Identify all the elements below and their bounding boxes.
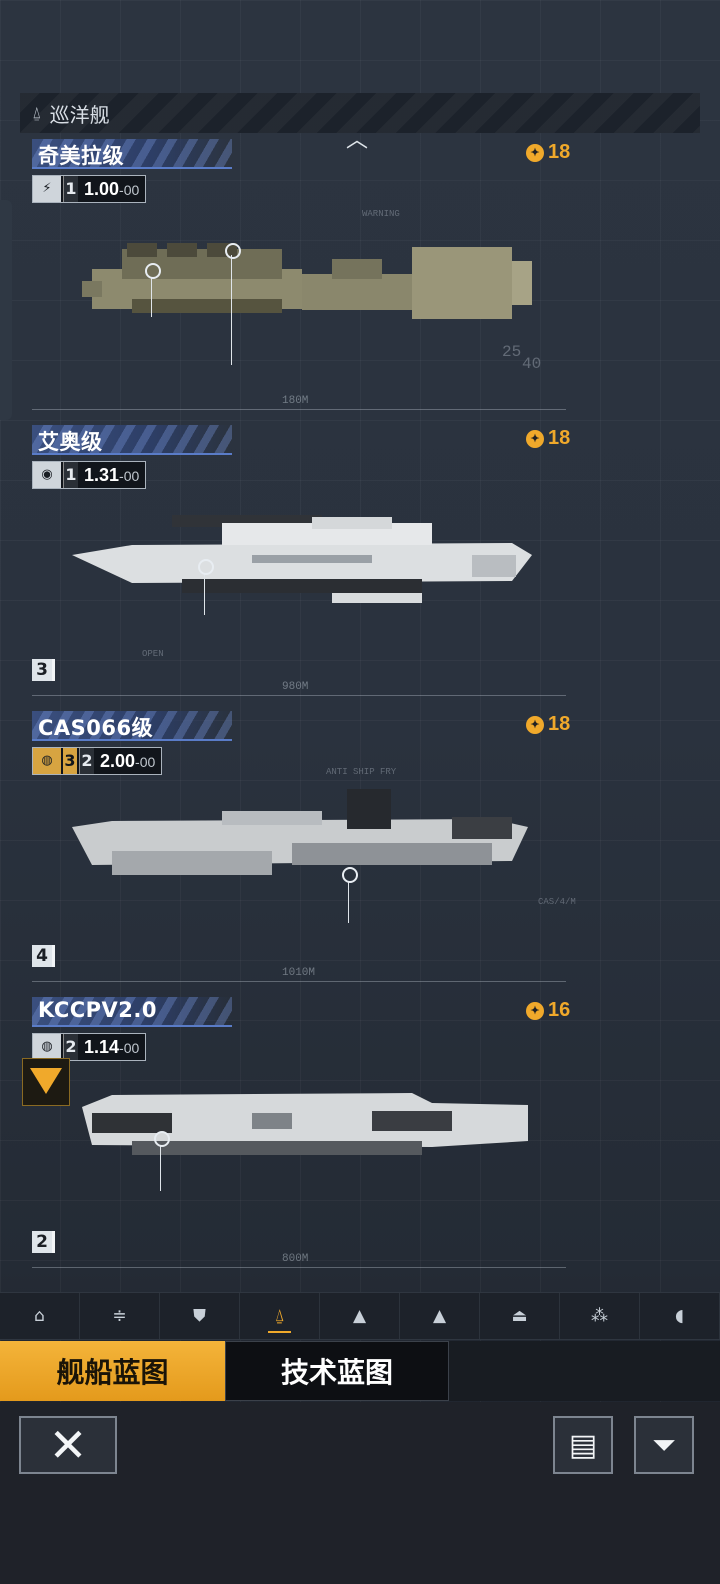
command-point-icon: ✦ [526, 715, 544, 734]
hotspot-dot[interactable] [154, 1131, 170, 1147]
type-icon: ⚡ [33, 176, 61, 202]
ship-name-bar: 奇美拉级 [32, 139, 232, 169]
count-badge: 2 [32, 1231, 55, 1253]
ship-image [72, 515, 532, 603]
ship-name: CAS066级 [38, 716, 154, 740]
ship-image [72, 789, 528, 875]
ship-tier: 1 [63, 462, 78, 488]
ship-cost: ✦ 18 [526, 141, 570, 164]
ship-card[interactable]: 奇美拉级 ✦ 18 ⚡ 1 1.00-00 WARNING 25 40 180M [32, 139, 572, 417]
ship-tier: 2 [63, 1034, 78, 1060]
ship-card[interactable]: 艾奥级 ✦ 18 ◉ 1 1.31-00 OPEN 3 980M [32, 425, 572, 703]
ship-stat-row: ⚡ 1 1.00-00 [32, 175, 147, 203]
document-icon: ▤ [568, 1427, 598, 1463]
count-badge: 3 [32, 659, 55, 681]
ship-cost: ✦ 18 [526, 427, 570, 450]
blueprint-tabs: 舰船蓝图 技术蓝图 [0, 1341, 720, 1401]
scale-label: 1010M [282, 967, 316, 979]
ship-name: 奇美拉级 [38, 144, 124, 168]
filter-icon: ⏷ [652, 1427, 676, 1463]
ship-cost: ✦ 18 [526, 713, 570, 736]
cruiser-class-icon: ⍙ [32, 103, 42, 122]
globe-icon: ◍ [33, 1034, 61, 1060]
auxiliary-icon[interactable]: ⁂ [560, 1293, 640, 1339]
document-button[interactable]: ▤ [553, 1416, 613, 1474]
command-point-icon: ✦ [526, 1001, 544, 1020]
ship-card[interactable]: CAS066级 ✦ 18 ◍ 3 2 2.00-00 ANTI SHIP FRY… [32, 711, 576, 989]
triangle-down-icon [30, 1068, 62, 1094]
scale-label: 980M [282, 681, 309, 693]
filter-button[interactable]: ⏷ [634, 1416, 694, 1474]
scale-label: 800M [282, 1253, 309, 1265]
cost-value: 18 [548, 427, 571, 449]
ship-value: 1.00-00 [84, 178, 140, 199]
ship-class-filter-bar: ⌂ ≑ ⛊ ⍙ ▲ ▲ ⏏ ⁂ ◖ [0, 1292, 720, 1340]
hotspot-dot[interactable] [342, 867, 358, 883]
tab-tech-blueprint[interactable]: 技术蓝图 [225, 1341, 449, 1401]
dome-icon[interactable]: ◖ [640, 1293, 720, 1339]
cost-value: 18 [548, 713, 571, 735]
destroyer-icon[interactable]: ≑ [80, 1293, 160, 1339]
close-icon: ✕ [48, 1418, 88, 1472]
ship-value: 1.31-00 [84, 464, 140, 485]
hotspot-dot[interactable] [225, 243, 241, 259]
ship-name-bar: CAS066级 [32, 711, 232, 741]
category-header: ⍙ 巡洋舰 [20, 93, 700, 133]
ship-stat-row: ◍ 2 1.14-00 [32, 1033, 147, 1061]
ship-image [82, 243, 532, 319]
frigate-icon[interactable]: ⌂ [0, 1293, 80, 1339]
ship-card[interactable]: KCCPV2.0 ✦ 16 ◍ 2 1.14-00 2 800M [32, 997, 572, 1275]
cost-value: 18 [548, 141, 571, 163]
category-label: 巡洋舰 [49, 102, 110, 127]
ship-stat-row: ◉ 1 1.31-00 [32, 461, 147, 489]
count-badge: 4 [32, 945, 55, 967]
command-point-icon: ✦ [526, 143, 544, 162]
carrier-icon[interactable]: ⏏ [480, 1293, 560, 1339]
command-point-icon: ✦ [526, 429, 544, 448]
battlecruiser-icon[interactable]: ▲ [320, 1293, 400, 1339]
type-icon: ◉ [33, 462, 61, 488]
battleship-icon[interactable]: ▲ [400, 1293, 480, 1339]
side-drawer-handle[interactable] [0, 200, 12, 420]
ship-stat-row: ◍ 3 2 2.00-00 [32, 747, 163, 775]
cruiser-icon[interactable]: ⍙ [240, 1293, 320, 1339]
tab-ship-blueprint[interactable]: 舰船蓝图 [0, 1341, 225, 1401]
ship-value: 2.00-00 [100, 750, 156, 771]
ship-value: 1.14-00 [84, 1036, 140, 1057]
ship-tier: 1 [63, 176, 78, 202]
ship-name-bar: 艾奥级 [32, 425, 232, 455]
ship-name-bar: KCCPV2.0 [32, 997, 232, 1027]
ship-subtier: 2 [79, 748, 94, 774]
cost-value: 16 [548, 999, 571, 1021]
collapse-toggle-button[interactable] [22, 1058, 70, 1106]
ship-name: 艾奥级 [38, 430, 103, 454]
ship-tier: 3 [63, 748, 77, 774]
ship-image [82, 1093, 528, 1155]
hotspot-dot[interactable] [145, 263, 161, 279]
scale-label: 180M [282, 395, 309, 407]
hotspot-dot[interactable] [198, 559, 214, 575]
escort-icon[interactable]: ⛊ [160, 1293, 240, 1339]
close-button[interactable]: ✕ [19, 1416, 117, 1474]
globe-icon: ◍ [33, 748, 61, 774]
ship-name: KCCPV2.0 [38, 998, 157, 1022]
ship-cost: ✦ 16 [526, 999, 570, 1022]
